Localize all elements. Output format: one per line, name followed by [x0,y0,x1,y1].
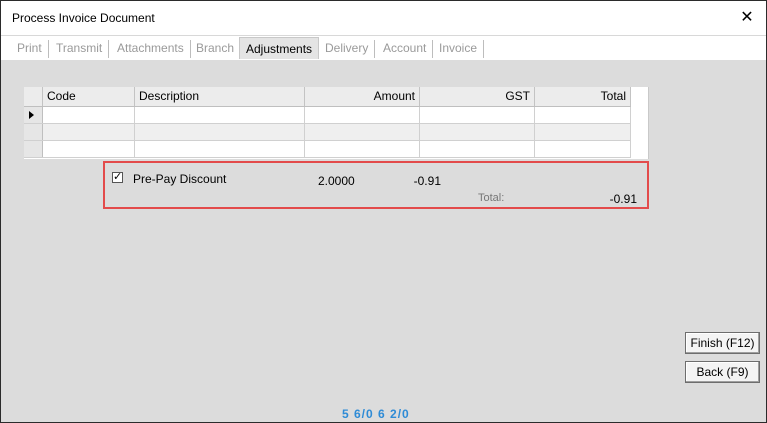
cell-amount[interactable] [305,107,420,123]
total-value: -0.91 [609,192,637,206]
process-invoice-window: Process Invoice Document ✕ Print Transmi… [0,0,767,423]
row-header-corner [24,87,43,106]
tab-account[interactable]: Account [377,40,434,58]
cell-amount[interactable] [305,141,420,157]
cell-description[interactable] [135,141,305,157]
tab-attachments[interactable]: Attachments [111,40,191,58]
cell-description[interactable] [135,124,305,140]
cell-gst[interactable] [420,141,535,157]
table-row[interactable] [24,141,631,158]
cell-total[interactable] [535,107,631,123]
grid-header: Code Description Amount GST Total [24,87,631,107]
cell-code[interactable] [43,124,135,140]
tab-transmit[interactable]: Transmit [50,40,110,58]
tab-delivery[interactable]: Delivery [319,40,376,58]
pre-pay-discount-checkbox[interactable]: ✓ [112,172,123,183]
pre-pay-discount-label: Pre-Pay Discount [133,172,227,186]
cell-total[interactable] [535,124,631,140]
column-header-gst[interactable]: GST [420,87,535,106]
cell-code[interactable] [43,141,135,157]
close-icon[interactable]: ✕ [739,10,755,26]
table-row[interactable] [24,124,631,141]
finish-button[interactable]: Finish (F12) [685,332,760,354]
column-header-total[interactable]: Total [535,87,631,106]
row-header[interactable] [24,124,43,140]
tab-branch[interactable]: Branch [190,40,242,58]
title-bar: Process Invoice Document ✕ [1,1,766,35]
window-title: Process Invoice Document [12,11,155,25]
adjustments-grid[interactable]: Code Description Amount GST Total [24,87,649,159]
column-header-code[interactable]: Code [43,87,135,106]
tab-invoice[interactable]: Invoice [433,40,485,58]
cell-gst[interactable] [420,107,535,123]
column-header-description[interactable]: Description [135,87,305,106]
discount-amount-value: -0.91 [413,174,441,188]
status-indicator-text: 5 6/0 6 2/0 [342,407,410,421]
cell-gst[interactable] [420,124,535,140]
cell-code[interactable] [43,107,135,123]
row-header[interactable] [24,107,43,123]
back-button[interactable]: Back (F9) [685,361,760,383]
column-header-amount[interactable]: Amount [305,87,420,106]
cell-total[interactable] [535,141,631,157]
table-row[interactable] [24,107,631,124]
tab-print[interactable]: Print [11,40,49,58]
cell-description[interactable] [135,107,305,123]
tab-bar: Print Transmit Attachments Branch Adjust… [1,35,766,60]
current-row-pointer-icon [29,111,34,119]
discount-rate-value: 2.0000 [318,174,355,188]
row-header[interactable] [24,141,43,157]
cell-amount[interactable] [305,124,420,140]
total-label: Total: [478,192,505,204]
tab-adjustments[interactable]: Adjustments [239,37,320,59]
